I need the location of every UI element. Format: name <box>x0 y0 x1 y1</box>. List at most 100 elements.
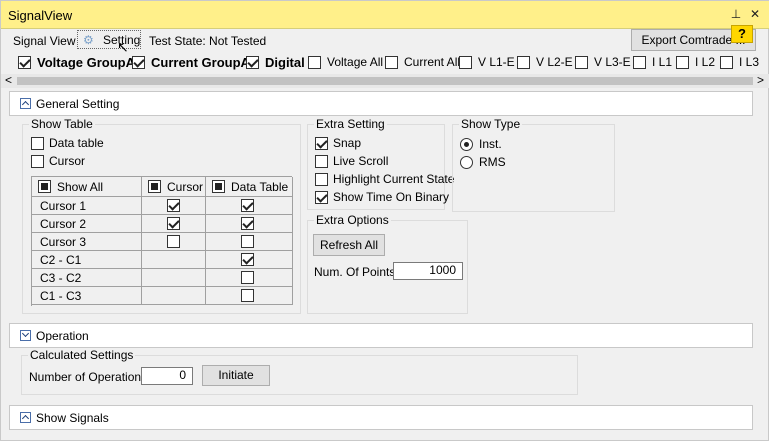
cursor-cell <box>142 215 206 233</box>
extra-setting-title: Extra Setting <box>314 117 387 131</box>
horizontal-scrollbar[interactable]: < > <box>1 73 769 88</box>
header-checkbox[interactable] <box>212 180 225 193</box>
signal-label: I L1 <box>652 55 673 69</box>
signal-checkbox[interactable] <box>132 56 145 69</box>
pin-icon[interactable]: ⊥ <box>730 7 742 21</box>
operation-header[interactable]: Operation <box>9 323 753 348</box>
data-table-cell <box>206 197 293 215</box>
signal-label: Current All <box>404 55 461 69</box>
general-setting-title: General Setting <box>36 97 120 111</box>
table-row: C3 - C2 <box>32 269 142 287</box>
signal-checkbox[interactable] <box>246 56 259 69</box>
tab-signal-view[interactable]: Signal View <box>13 34 75 48</box>
cursor-label: Cursor <box>49 154 86 168</box>
cursor-row-checkbox[interactable] <box>167 217 180 230</box>
num-points-label: Num. Of Points <box>314 265 396 279</box>
data-table-cell <box>206 269 293 287</box>
header-checkbox[interactable] <box>38 180 51 193</box>
header-label: Data Table <box>231 180 289 194</box>
data-row-checkbox[interactable] <box>241 253 254 266</box>
tab-setting[interactable]: ⚙ Setting <box>77 30 141 49</box>
data-table-cell <box>206 287 293 305</box>
data-row-checkbox[interactable] <box>241 217 254 230</box>
signal-checkbox[interactable] <box>720 56 733 69</box>
collapse-icon[interactable] <box>20 98 31 109</box>
table-row: Cursor 3 <box>32 233 142 251</box>
header-label: Cursor <box>167 180 204 194</box>
signal-checkbox[interactable] <box>18 56 31 69</box>
scroll-left-icon[interactable]: < <box>5 73 12 87</box>
data-table-label: Data table <box>49 136 104 150</box>
scrollbar-thumb[interactable] <box>17 77 753 85</box>
signal-view-window: SignalView ⊥ ✕ Signal View ⚙ Setting ↖ T… <box>0 0 769 441</box>
initiate-button[interactable]: Initiate <box>202 365 270 386</box>
data-row-checkbox[interactable] <box>241 289 254 302</box>
extra-setting-label: Live Scroll <box>333 154 389 168</box>
show-type-radio[interactable] <box>460 156 473 169</box>
signal-label: V L3-E <box>594 55 631 69</box>
row-name: Cursor 1 <box>40 199 87 213</box>
table-header-cell[interactable]: Cursor <box>142 177 206 197</box>
collapse-icon[interactable] <box>20 330 31 341</box>
num-points-input[interactable]: 1000 <box>393 262 463 280</box>
collapse-icon[interactable] <box>20 412 31 423</box>
show-type-radio[interactable] <box>460 138 473 151</box>
signal-label: Voltage GroupA <box>37 55 135 70</box>
close-icon[interactable]: ✕ <box>749 7 761 21</box>
calculated-settings-title: Calculated Settings <box>28 348 136 362</box>
cursor-row-checkbox[interactable] <box>167 235 180 248</box>
cursor-cell <box>142 287 206 305</box>
num-operation-label: Number of Operation : <box>29 370 148 384</box>
signal-checkbox[interactable] <box>459 56 472 69</box>
extra-setting-label: Show Time On Binary <box>333 190 450 204</box>
extra-setting-checkbox[interactable] <box>315 173 328 186</box>
table-row: C1 - C3 <box>32 287 142 305</box>
signal-checkbox[interactable] <box>308 56 321 69</box>
table-row: Cursor 1 <box>32 197 142 215</box>
help-icon[interactable]: ? <box>731 25 753 43</box>
signal-label: Digital <box>265 55 305 70</box>
extra-setting-checkbox[interactable] <box>315 155 328 168</box>
table-header-cell[interactable]: Data Table <box>206 177 293 197</box>
row-name: C1 - C3 <box>40 289 82 303</box>
table-header-cell[interactable]: Show All <box>32 177 142 197</box>
data-table-cell <box>206 251 293 269</box>
signal-checkbox[interactable] <box>575 56 588 69</box>
general-setting-header[interactable]: General Setting <box>9 91 753 116</box>
show-signals-title: Show Signals <box>36 411 109 425</box>
signal-checkbox[interactable] <box>385 56 398 69</box>
cursor-table: Show All Cursor Data Table Cursor 1 Cursor 2… <box>31 176 293 306</box>
show-signals-header[interactable]: Show Signals <box>9 405 753 430</box>
show-type-label: RMS <box>479 155 506 169</box>
signal-checkbox[interactable] <box>633 56 646 69</box>
operation-title: Operation <box>36 329 89 343</box>
data-table-cell <box>206 215 293 233</box>
show-type-group: Show Type <box>452 117 615 212</box>
cursor-cell <box>142 251 206 269</box>
extra-setting-checkbox[interactable] <box>315 191 328 204</box>
extra-setting-checkbox[interactable] <box>315 137 328 150</box>
signal-checkbox[interactable] <box>517 56 530 69</box>
table-row: C2 - C1 <box>32 251 142 269</box>
scroll-right-icon[interactable]: > <box>757 73 764 87</box>
signal-label: Voltage All <box>327 55 384 69</box>
signal-checkbox[interactable] <box>676 56 689 69</box>
data-row-checkbox[interactable] <box>241 235 254 248</box>
show-type-label: Inst. <box>479 137 502 151</box>
gear-icon: ⚙ <box>83 33 94 47</box>
title-bar: SignalView ⊥ ✕ <box>1 1 769 29</box>
num-operation-input[interactable]: 0 <box>141 367 193 385</box>
data-row-checkbox[interactable] <box>241 199 254 212</box>
signal-label: V L2-E <box>536 55 573 69</box>
data-table-checkbox[interactable] <box>31 137 44 150</box>
data-row-checkbox[interactable] <box>241 271 254 284</box>
refresh-all-button[interactable]: Refresh All <box>313 234 385 256</box>
window-title: SignalView <box>8 8 73 23</box>
cursor-checkbox[interactable] <box>31 155 44 168</box>
cursor-row-checkbox[interactable] <box>167 199 180 212</box>
row-name: Cursor 3 <box>40 235 87 249</box>
signal-selector-row: Voltage GroupA Current GroupA Digital Volta… <box>1 53 769 73</box>
table-row: Cursor 2 <box>32 215 142 233</box>
header-checkbox[interactable] <box>148 180 161 193</box>
test-state-text: Test State: Not Tested <box>149 34 267 48</box>
